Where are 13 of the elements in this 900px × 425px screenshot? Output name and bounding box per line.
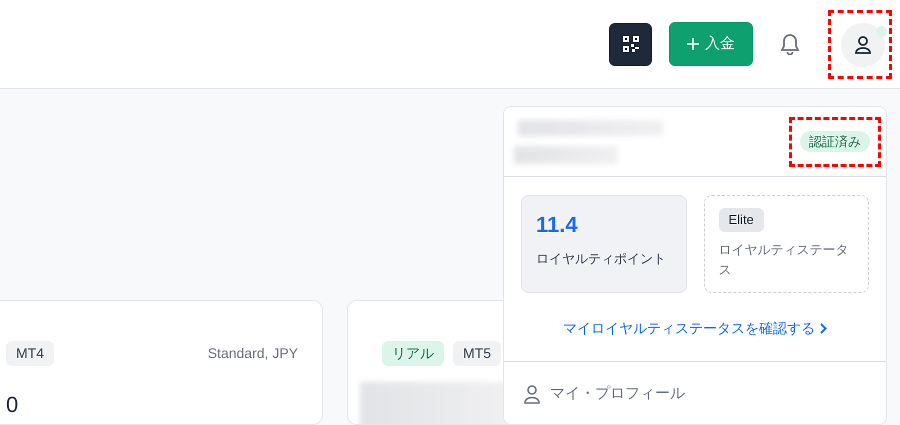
deposit-button[interactable]: 入金 — [669, 22, 753, 66]
platform-badge: MT5 — [453, 341, 501, 366]
points-label: ロイヤルティポイント — [536, 250, 667, 268]
status-label: ロイヤルティステータス — [718, 241, 850, 278]
points-value: 11.4 — [536, 211, 579, 239]
platform-badge: MT4 — [6, 341, 54, 366]
loyalty-status-link[interactable]: マイロイヤルティステータスを確認する — [563, 318, 827, 339]
balance: 0 — [6, 391, 20, 419]
tier-badge: Elite — [718, 208, 764, 232]
account-badge: リアル — [382, 341, 444, 366]
verified-badge: 認証済み — [800, 130, 870, 152]
account-type: Standard, JPY — [208, 344, 298, 363]
menu-item[interactable]: マイ・プロフィール — [504, 362, 886, 425]
